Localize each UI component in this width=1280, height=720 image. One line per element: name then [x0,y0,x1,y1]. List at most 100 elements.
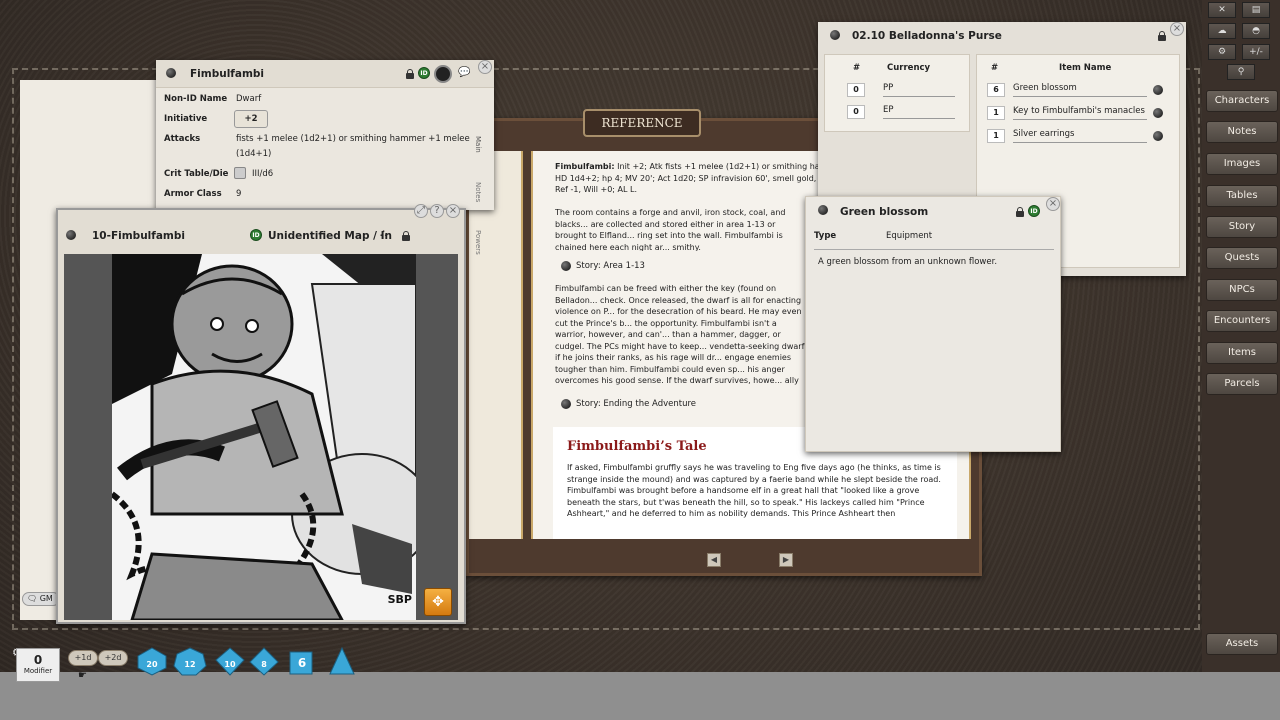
crit-link-icon[interactable] [234,167,246,179]
item-link-icon[interactable] [1153,85,1163,95]
lock-icon[interactable] [402,231,410,241]
image-subtitle: Unidentified Map / In [268,230,392,242]
prev-page-button[interactable]: ◀ [707,553,721,567]
initiative-value[interactable]: +2 [234,110,268,128]
attacks-value[interactable]: fists +1 melee (1d2+1) or smithing hamme… [236,132,470,162]
dwarf-illustration: SBP [112,254,416,620]
d8-label: 8 [261,660,267,669]
hand-icon[interactable]: ☛ [78,670,87,681]
resize-icon[interactable]: ⤢ [414,204,428,218]
tab-powers[interactable]: Powers [474,230,482,255]
item-name[interactable]: Silver earrings [1013,129,1147,143]
link-icon [561,399,571,409]
stat-name: Fimbulfambi: [555,162,615,171]
next-page-button[interactable]: ▶ [779,553,793,567]
currency-list: # Currency 0 PP 0 EP [824,54,970,132]
sidebar-images[interactable]: Images [1206,153,1278,175]
share-image-icon[interactable]: ✥ [424,588,452,616]
tool-mask-icon[interactable]: ◓ [1242,23,1270,39]
ac-label: Armor Class [164,189,222,199]
speech-icon: 🗨 [27,594,38,603]
image-close-button[interactable]: × [446,204,460,218]
sidebar-items[interactable]: Items [1206,342,1278,364]
initiative-label: Initiative [164,114,208,124]
modifier-box[interactable]: 0 Modifier [16,648,60,682]
sidebar-encounters[interactable]: Encounters [1206,310,1278,332]
help-icon[interactable]: ? [430,204,444,218]
item-count[interactable]: 6 [987,83,1005,97]
tool-select-icon[interactable]: ✕ [1208,2,1236,18]
currency-num-header: # [853,63,861,73]
link-icon[interactable] [830,30,840,40]
lock-icon[interactable] [406,69,414,79]
item-close-button[interactable]: × [1046,197,1060,211]
d20-label: 20 [146,660,158,669]
sidebar-parcels[interactable]: Parcels [1206,373,1278,395]
id-icon[interactable]: ID [418,67,430,79]
divider [814,249,1054,250]
link-icon[interactable] [818,205,828,215]
tab-main[interactable]: Main [474,136,482,153]
paragraph-2: Fimbulfambi can be freed with either the… [555,284,805,385]
link-icon[interactable] [166,68,176,78]
link-icon[interactable] [66,230,76,240]
item-description[interactable]: A green blossom from an unknown flower. [818,257,997,267]
currency-count[interactable]: 0 [847,105,865,119]
item-window: Green blossom ID × Type Equipment A gree… [805,196,1061,452]
item-num-header: # [991,63,999,73]
gear-icon[interactable]: ⚙ [1208,44,1236,60]
plus-2d-chip[interactable]: +2d [98,650,128,666]
item-count[interactable]: 1 [987,106,1005,120]
tale-text: If asked, Fimbulfambi gruffly says he wa… [567,463,941,518]
item-link-icon[interactable] [1153,131,1163,141]
item-name[interactable]: Green blossom [1013,83,1147,97]
share-icon[interactable]: ⛬ [380,228,387,239]
plus-1d-chip[interactable]: +1d [68,650,98,666]
zoom-toggle[interactable]: +/- [1242,44,1270,60]
d4-icon[interactable] [329,646,355,675]
tab-notes[interactable]: Notes [474,182,482,202]
story-link-ending[interactable]: Story: Ending the Adventure [561,399,696,409]
currency-count[interactable]: 0 [847,83,865,97]
type-value[interactable]: Equipment [886,231,932,241]
item-count[interactable]: 1 [987,129,1005,143]
currency-name[interactable]: PP [883,83,955,97]
sidebar-quests[interactable]: Quests [1206,247,1278,269]
sidebar-npcs[interactable]: NPCs [1206,279,1278,301]
lock-icon[interactable] [1158,31,1166,41]
type-label: Type [814,231,837,241]
sidebar-tables[interactable]: Tables [1206,185,1278,207]
sidebar: ✕ ▤ ☁ ◓ ⚙ +/- ⚲ Characters Notes Images … [1202,0,1280,672]
item-link-icon[interactable] [1153,108,1163,118]
bottom-bar [0,672,1280,720]
item-name[interactable]: Key to Fimbulfambi's manacles [1013,106,1147,120]
nonid-value[interactable]: Dwarf [236,94,261,104]
sidebar-story[interactable]: Story [1206,216,1278,238]
tool-figure-icon[interactable]: ⚲ [1227,64,1255,80]
token-icon[interactable] [434,65,452,83]
image-window: 10-Fimbulfambi ID Unidentified Map / In … [56,204,466,624]
lock-icon[interactable] [1016,207,1024,217]
modifier-value: 0 [33,653,43,667]
image-header: 10-Fimbulfambi ID Unidentified Map / In … [58,218,464,254]
tool-cloud-icon[interactable]: ☁ [1208,23,1236,39]
parcel-close-button[interactable]: × [1170,22,1184,36]
tool-map-icon[interactable]: ▤ [1242,2,1270,18]
sidebar-assets[interactable]: Assets [1206,633,1278,655]
d10-label: 10 [224,660,236,669]
sidebar-characters[interactable]: Characters [1206,90,1278,112]
npc-close-button[interactable]: × [478,60,492,74]
id-icon[interactable]: ID [1028,205,1040,217]
chat-gm-tab[interactable]: 🗨 GM [22,592,60,606]
item-title: Green blossom [840,206,929,218]
sidebar-notes[interactable]: Notes [1206,121,1278,143]
ac-value[interactable]: 9 [236,189,241,199]
image-area[interactable]: SBP ✥ [64,254,458,620]
chat-icon[interactable]: 💬 [458,67,470,78]
id-icon[interactable]: ID [250,229,262,241]
story-link-area[interactable]: Story: Area 1-13 [561,261,645,271]
currency-name[interactable]: EP [883,105,955,119]
crit-value[interactable]: III/d6 [252,169,273,179]
modifier-label: Modifier [23,667,53,675]
crit-label: Crit Table/Die [164,169,229,179]
